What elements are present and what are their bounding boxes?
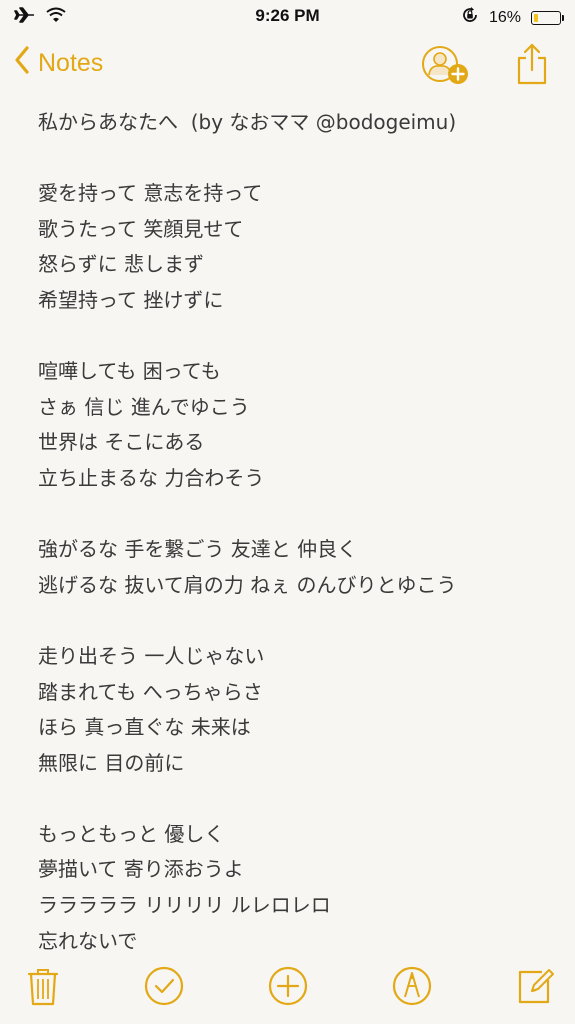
note-line: 走り出そう 一人じゃない <box>38 643 265 668</box>
note-line: もっともっと 優しく <box>38 821 225 846</box>
orientation-lock-icon <box>461 6 479 29</box>
note-line: 無限に 目の前に <box>38 750 185 775</box>
chevron-left-icon <box>14 46 30 81</box>
note-line: 愛を持って 意志を持って <box>38 181 263 206</box>
note-line: 私からあなたへ (by なおママ @bodogeimu) <box>38 110 457 134</box>
status-right: 16% <box>461 6 564 29</box>
note-body[interactable]: 私からあなたへ (by なおママ @bodogeimu) 愛を持って 意志を持って… <box>38 105 558 959</box>
checklist-icon[interactable] <box>142 964 186 1008</box>
add-icon[interactable] <box>266 964 310 1008</box>
note-line: 踏まれても へっちゃらさ <box>38 679 263 704</box>
note-blank-line <box>38 781 558 817</box>
note-line: 逃げるな 抜いて肩の力 ねぇ のんびりとゆこう <box>38 572 457 597</box>
share-icon[interactable] <box>514 42 550 90</box>
note-blank-line <box>38 319 558 355</box>
battery-percent: 16% <box>488 8 521 26</box>
status-bar: 9:26 PM 16% <box>0 0 575 36</box>
note-line: 世界は そこにある <box>38 430 205 455</box>
note-line: さぁ 信じ 進んでゆこう <box>38 394 250 419</box>
note-line: 希望持って 挫けずに <box>38 287 224 312</box>
note-line: ほら 真っ直ぐな 未来は <box>38 715 251 740</box>
note-line: 歌うたって 笑顔見せて <box>38 216 244 241</box>
back-button[interactable]: Notes <box>14 46 103 81</box>
battery-level <box>534 13 538 22</box>
note-blank-line <box>38 141 558 177</box>
battery-icon <box>531 10 564 25</box>
note-line: 強がるな 手を繋ごう 友達と 仲良く <box>38 537 358 562</box>
add-people-icon[interactable] <box>420 44 472 92</box>
note-line: 立ち止まるな 力合わそう <box>38 465 265 490</box>
note-line: 喧嘩しても 困っても <box>38 359 221 384</box>
back-label: Notes <box>38 49 104 77</box>
note-line: ラララララ リリリリ ルレロレロ <box>38 893 331 918</box>
note-line: 夢描いて 寄り添おうよ <box>38 857 244 882</box>
bottom-toolbar <box>0 954 575 1024</box>
note-blank-line <box>38 603 558 639</box>
trash-icon[interactable] <box>21 964 65 1008</box>
compose-icon[interactable] <box>514 964 558 1008</box>
note-blank-line <box>38 497 558 533</box>
note-line: 怒らずに 悲しまず <box>38 252 204 277</box>
sketch-icon[interactable] <box>390 964 434 1008</box>
nav-bar: Notes <box>0 36 575 98</box>
